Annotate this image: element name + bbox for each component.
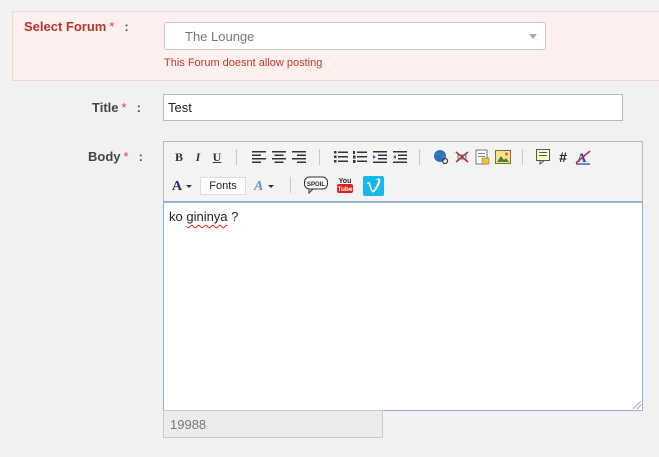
chevron-down-icon: [529, 34, 537, 39]
forum-error-message: This Forum doesnt allow posting: [164, 57, 323, 69]
body-editor: B I U # A Fonts A SPOIL You Tube ko gini…: [163, 141, 643, 411]
document-icon: [475, 149, 490, 165]
required-marker: *: [109, 19, 115, 34]
bullet-list-icon: [334, 151, 348, 163]
insert-image-button[interactable]: [494, 148, 512, 166]
toolbar-divider: [319, 149, 320, 165]
align-right-button[interactable]: [290, 148, 308, 166]
indent-button[interactable]: [391, 148, 409, 166]
bold-button[interactable]: B: [170, 148, 188, 166]
spoiler-label: SPOIL: [307, 182, 325, 188]
remove-link-button[interactable]: [453, 148, 471, 166]
bullet-list-button[interactable]: [332, 148, 350, 166]
align-right-icon: [292, 151, 306, 163]
indent-icon: [393, 151, 407, 163]
body-text-prefix: ko: [169, 209, 187, 224]
toolbar-divider: [290, 177, 291, 193]
svg-text:A: A: [172, 179, 183, 193]
title-label: Title *:: [92, 100, 141, 115]
toolbar-divider: [419, 149, 420, 165]
editor-toolbar: B I U # A Fonts A SPOIL You Tube: [164, 142, 642, 202]
align-center-button[interactable]: [270, 148, 288, 166]
resize-handle[interactable]: [633, 401, 641, 409]
character-counter: 19988: [163, 410, 383, 438]
youtube-bottom-label: Tube: [337, 186, 352, 193]
font-color-button[interactable]: A: [170, 176, 196, 194]
forum-select-value: The Lounge: [185, 29, 255, 44]
underline-button[interactable]: U: [208, 148, 226, 166]
youtube-icon: YouTube: [337, 178, 353, 193]
title-input[interactable]: Test: [163, 94, 623, 121]
font-color-icon: A: [172, 179, 192, 193]
italic-button[interactable]: I: [189, 148, 207, 166]
font-size-button[interactable]: A: [252, 176, 278, 194]
fonts-dropdown[interactable]: Fonts: [200, 177, 246, 195]
body-text: ko gininya ?: [169, 209, 238, 224]
image-icon: [495, 150, 511, 164]
youtube-top-label: You: [339, 178, 352, 185]
outdent-button[interactable]: [371, 148, 389, 166]
svg-text:A: A: [253, 179, 263, 193]
body-text-suffix: ?: [227, 209, 239, 224]
misspelled-word: gininya: [186, 209, 228, 224]
insert-link-button[interactable]: [432, 148, 450, 166]
hash-button[interactable]: #: [554, 148, 572, 166]
required-marker: *: [121, 100, 127, 115]
numbered-list-button[interactable]: [351, 148, 369, 166]
toolbar-divider: [236, 149, 237, 165]
unlink-icon: [455, 151, 469, 163]
insert-file-button[interactable]: [473, 148, 491, 166]
spoiler-button[interactable]: SPOIL: [304, 176, 328, 194]
remove-format-button[interactable]: A: [574, 148, 592, 166]
align-left-button[interactable]: [250, 148, 268, 166]
font-size-icon: A: [253, 179, 274, 193]
globe-link-icon: [434, 150, 449, 165]
align-center-icon: [272, 151, 286, 163]
body-textarea[interactable]: ko gininya ?: [163, 201, 643, 411]
quote-icon: [536, 149, 550, 165]
vimeo-button[interactable]: [362, 176, 384, 196]
required-marker: *: [123, 149, 129, 164]
youtube-button[interactable]: You Tube: [336, 176, 354, 194]
remove-format-icon: A: [575, 150, 591, 165]
vimeo-icon: [362, 176, 384, 196]
align-left-icon: [252, 151, 266, 163]
numbered-list-icon: [353, 151, 367, 163]
quote-button[interactable]: [534, 148, 552, 166]
body-label: Body *:: [88, 149, 143, 164]
forum-select[interactable]: The Lounge: [164, 22, 546, 50]
toolbar-divider: [522, 149, 523, 165]
spoiler-icon: SPOIL: [304, 176, 328, 194]
forum-label: Select Forum *:: [24, 19, 129, 34]
outdent-icon: [373, 151, 387, 163]
